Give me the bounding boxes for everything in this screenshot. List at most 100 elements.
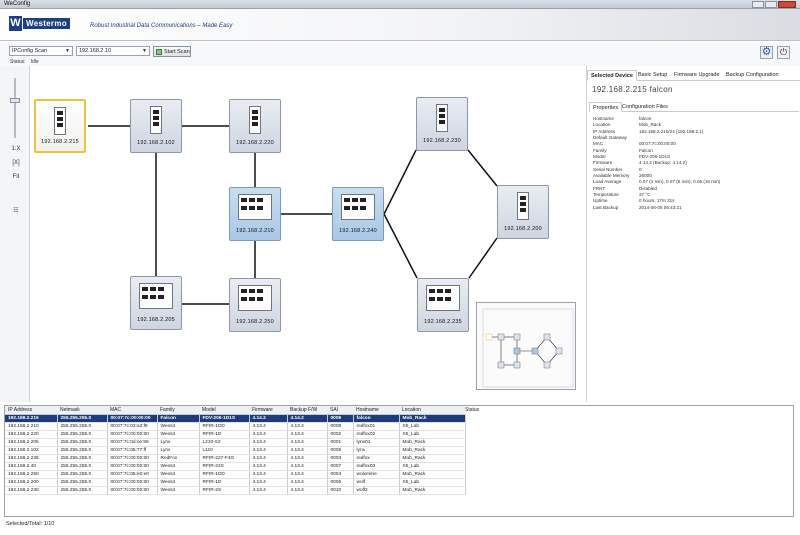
device-node[interactable]: 192.168.2.235 [417,278,469,332]
zoom-slider-track[interactable] [14,78,16,138]
column-header[interactable]: MAC [107,406,157,415]
zoom-toolbar: 1:X [X] Fit ☷ [0,66,30,402]
column-header[interactable]: Firmware [249,406,287,415]
topology-canvas[interactable]: 192.168.2.215 192.168.2.102 192.168.2.22… [31,66,585,402]
device-node-label: 192.168.2.200 [504,226,542,232]
table-cell: 00:07:7c:00:00:00 [107,478,158,488]
table-cell: wolverine [353,470,400,480]
table-cell: 255.255.255.0 [57,422,108,431]
device-node[interactable]: 192.168.2.230 [416,97,468,151]
settings-gear-icon[interactable]: ⚙ [760,46,773,59]
tab-configuration-files[interactable]: Configuration Files [619,102,671,112]
topology-overview-minimap[interactable] [476,302,576,390]
table-cell: 4.13.4 [287,462,328,472]
table-cell: L210-S2 [199,438,250,447]
link [383,213,418,279]
zoom-slider-thumb[interactable] [10,98,20,103]
device-node[interactable]: 192.168.2.220 [229,99,281,153]
logo-text: Westermo [23,17,70,29]
zoom-fit-button[interactable]: Fit [9,172,23,182]
table-cell: 0008 [327,422,354,431]
table-row[interactable]: 192.168.2.215 255.255.255.0 00:07:7c:00:00… [5,414,466,423]
device-node[interactable]: 192.168.2.210 [229,187,281,241]
table-cell: lynx [353,446,400,455]
table-cell: 0002 [327,430,354,439]
table-cell: 255.255.255.0 [57,486,108,496]
device-node[interactable]: 192.168.2.102 [130,99,182,153]
device-node[interactable]: 192.168.2.250 [229,278,281,332]
column-header[interactable]: Backup F/W [287,406,327,415]
table-cell: 192.168.2.235 [5,454,58,464]
details-tabs: Selected Device Basic Setup Firmware Upg… [587,70,800,81]
table-cell: 0007 [327,462,354,472]
scan-status: Status: Idle [10,59,39,65]
table-row[interactable]: 192.168.2.230 255.255.255.0 00:07:7c:00:00… [5,486,466,496]
table-row[interactable]: 192.168.2.235 255.255.255.0 00:07:7c:00:00… [5,454,466,464]
scan-mode-select[interactable]: IPConfig Scan ▼ [9,46,73,56]
device-node-label: 192.168.2.215 [41,139,79,145]
tab-properties[interactable]: Properties [589,102,623,112]
chevron-down-icon: ▼ [142,48,147,54]
table-cell: Falcon [157,414,200,423]
table-cell: 255.255.255.0 [57,478,108,488]
logo-mark: W [9,15,22,31]
table-row[interactable]: 192.168.2.220 255.255.255.0 00:07:7c:00:00… [5,430,466,439]
column-header[interactable]: IP Address [5,406,57,415]
table-header-row: IP Address Netmask MAC Family Model Firmware B… [5,406,465,415]
minimize-button[interactable] [752,1,764,8]
table-cell: Weos4 [157,470,200,480]
column-header[interactable]: SAI [327,406,353,415]
layout-icon[interactable]: ☷ [9,206,23,216]
close-button[interactable] [778,1,796,8]
zoom-selection-button[interactable]: [X] [9,158,23,168]
device-icon [238,194,272,220]
table-row[interactable]: 192.168.2.210 255.255.255.0 00:07:7c:03:a2… [5,422,466,431]
table-cell: 00:07:7c:0d:ce:96 [107,438,158,447]
properties-list: Hostname falcon Location Mob_Rack IP Address… [593,116,793,211]
table-row[interactable]: 192.168.2.250 255.255.255.0 00:07:7c:05:e0… [5,470,466,480]
table-cell: 00:07:7c:00:00:00 [107,414,158,423]
table-cell: redfox [353,454,400,464]
table-cell: 00:07:7c:05:e0:e0 [107,470,158,480]
table-cell: 255.255.255.0 [57,470,108,480]
device-node[interactable]: 192.168.2.240 [332,187,384,241]
table-cell: Mob_Rack [399,486,466,496]
table-row[interactable]: 192.168.2.205 255.255.255.0 00:07:7c:0d:ce… [5,438,466,447]
zoom-actual-size-button[interactable]: 1:X [9,144,23,154]
table-row[interactable]: 192.168.2.200 255.255.255.0 00:07:7c:00:00… [5,478,466,488]
table-cell: 4.13.4 [249,462,288,472]
maximize-button[interactable] [765,1,777,8]
tab-firmware-upgrade[interactable]: Firmware Upgrade [671,70,723,81]
column-header-status[interactable]: Status [465,407,479,413]
table-cell: 4.14.2 [287,414,328,423]
device-node-label: 192.168.2.240 [339,228,377,234]
table-row[interactable]: 192.168.2.40 255.255.255.0 00:07:7c:00:00:… [5,462,466,472]
column-header[interactable]: Netmask [57,406,107,415]
power-icon[interactable]: ⏻ [777,46,790,59]
start-scan-button[interactable]: Start Scan [153,46,191,57]
device-node-label: 192.168.2.230 [423,138,461,144]
device-node[interactable]: 192.168.2.200 [497,185,549,239]
table-cell: 192.168.2.215 [5,414,58,423]
table-cell: RFIR-1D [199,430,250,439]
ip-address-select[interactable]: 192.168.2.10 ▼ [76,46,150,56]
column-header[interactable]: Hostname [353,406,399,415]
device-node[interactable]: 192.168.2.205 [130,276,182,330]
table-cell: lynx01 [353,438,400,447]
device-node[interactable]: 192.168.2.215 [34,99,86,153]
table-row[interactable]: 192.168.2.102 255.255.255.0 00:07:7c:05:77… [5,446,466,455]
table-cell: 0003 [327,454,354,464]
table-cell: 255.255.255.0 [57,414,108,423]
tab-backup-configuration[interactable]: Backup Configuration [723,70,782,81]
device-icon [436,104,448,132]
tab-basic-setup[interactable]: Basic Setup [635,70,670,81]
table-cell: 0001 [327,438,354,447]
table-cell: 0005 [327,446,354,455]
table-cell: 00:07:7c:00:00:00 [107,462,158,472]
column-header[interactable]: Location [399,406,465,415]
table-cell: 00:07:7c:03:a2:f9 [107,422,158,431]
tab-selected-device[interactable]: Selected Device [587,70,637,81]
table-cell: Lynx [157,446,200,455]
column-header[interactable]: Family [157,406,199,415]
column-header[interactable]: Model [199,406,249,415]
